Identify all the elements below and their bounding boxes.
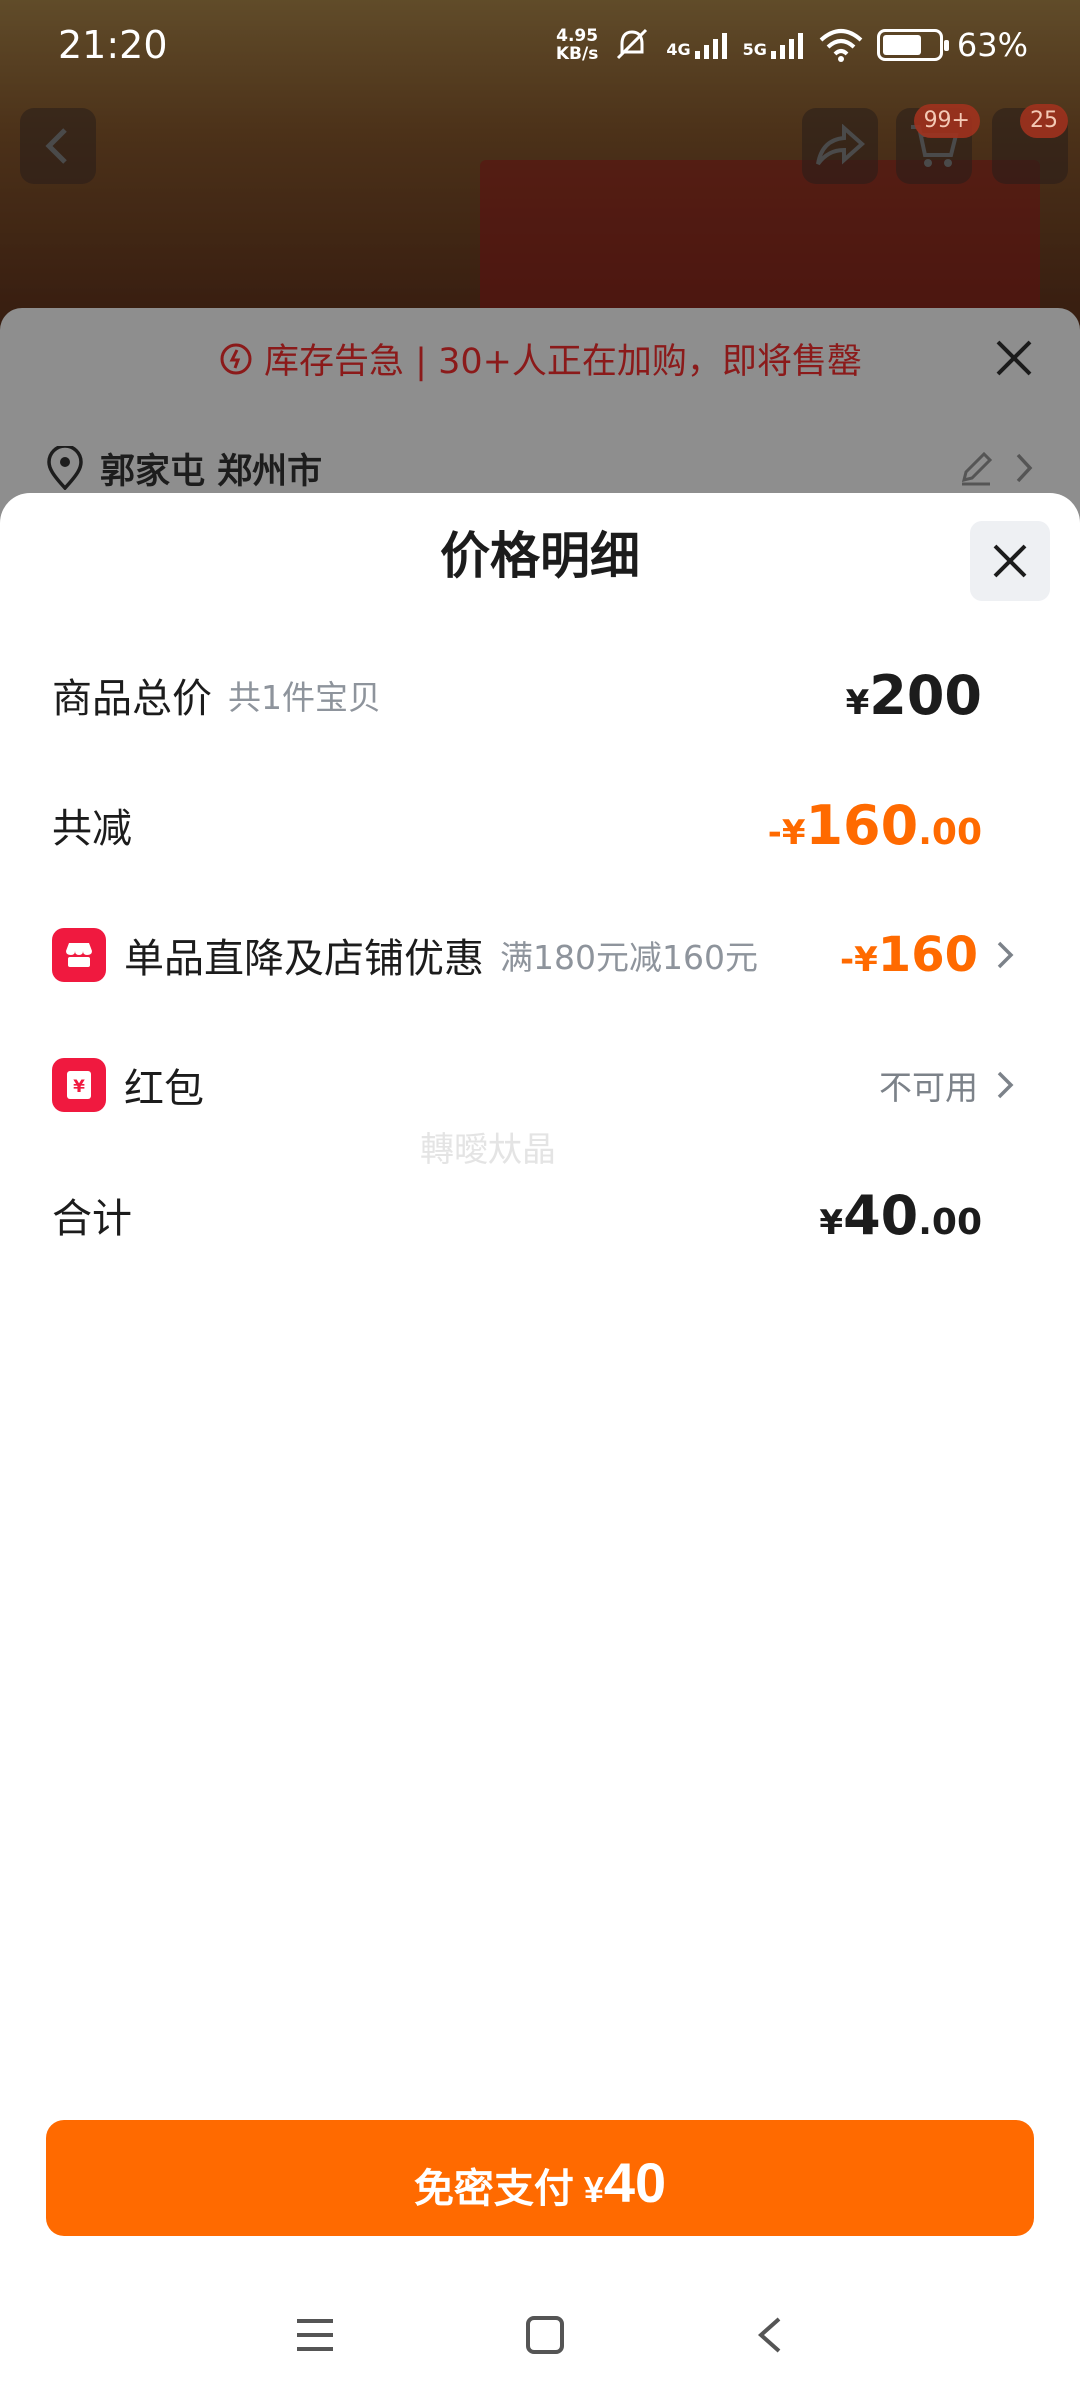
status-time: 21:20: [58, 23, 168, 67]
nav-back-icon[interactable]: [755, 2315, 785, 2355]
store-offer-label: 单品直降及店铺优惠: [124, 936, 484, 982]
discount-value: - ¥ 160 .00: [768, 794, 982, 857]
chevron-right-icon: [1016, 453, 1033, 483]
sheet-close-button[interactable]: [970, 521, 1050, 601]
price-detail-sheet: 价格明细 商品总价 共1件宝贝 ¥ 200 共减 - ¥ 160 .00 单品直…: [0, 493, 1080, 2400]
sum-label: 合计: [52, 1196, 132, 1242]
home-icon[interactable]: [525, 2315, 565, 2355]
status-indicators: 4.95 KB/s 4G 5G 63%: [556, 26, 1028, 64]
signal-bars-icon: [694, 33, 727, 59]
chevron-right-icon: [997, 941, 1014, 969]
row-store-offer[interactable]: 单品直降及店铺优惠 满180元减160元 - ¥ 160: [52, 915, 1018, 995]
pay-button[interactable]: 免密支付 ¥ 40: [46, 2120, 1034, 2236]
total-price-label: 商品总价: [52, 676, 212, 722]
stock-alert-text: 库存告急 | 30+人正在加购，即将售罄: [264, 341, 862, 382]
close-icon: [993, 544, 1027, 578]
battery-level: 63%: [956, 26, 1028, 64]
menu-icon[interactable]: [295, 2317, 335, 2353]
row-sum: 合计 ¥ 40 .00: [52, 1175, 1018, 1255]
screen: 21:20 4.95 KB/s 4G 5G 63% 99+ 25 库存告急 | …: [0, 0, 1080, 2400]
cart-badge: 99+: [913, 104, 980, 138]
chevron-right-icon: [997, 1071, 1014, 1099]
total-amount: 200: [869, 663, 982, 727]
pay-button-currency: ¥: [583, 2169, 604, 2210]
signal-4g: 4G: [666, 31, 728, 59]
currency-symbol: ¥: [781, 812, 806, 853]
pay-button-amount: 40: [603, 2151, 667, 2214]
currency-symbol: ¥: [819, 1202, 844, 1243]
stock-alert: 库存告急 | 30+人正在加购，即将售罄: [0, 330, 1080, 386]
minus-sign: -: [840, 940, 855, 980]
signal-5g: 5G: [743, 31, 805, 59]
svg-text:¥: ¥: [73, 1077, 85, 1097]
net-speed-value: 4.95: [556, 26, 599, 46]
message-button[interactable]: 25: [992, 104, 1068, 184]
store-offer-rule: 满180元减160元: [500, 938, 758, 977]
currency-symbol: ¥: [854, 940, 878, 980]
signal-5g-label: 5G: [742, 40, 767, 59]
sum-value: ¥ 40 .00: [819, 1184, 982, 1247]
signal-4g-label: 4G: [666, 40, 691, 59]
discount-amount: 160: [805, 793, 919, 857]
discount-label: 共减: [52, 806, 132, 852]
alarm-icon: [220, 343, 252, 375]
row-total-price: 商品总价 共1件宝贝 ¥ 200: [52, 655, 1018, 735]
total-price-value: ¥ 200: [846, 664, 982, 727]
edit-icon[interactable]: [956, 448, 996, 488]
red-packet-status: 不可用: [879, 1068, 978, 1107]
message-badge: 25: [1020, 104, 1068, 138]
net-speed-unit: KB/s: [555, 44, 599, 64]
share-icon: [816, 124, 866, 166]
back-icon: [45, 128, 67, 164]
red-packet-label: 红包: [124, 1066, 204, 1112]
address-row[interactable]: 郭家屯 郑州市: [46, 440, 1036, 496]
store-icon: [52, 928, 106, 982]
cart-button[interactable]: 99+: [896, 104, 980, 184]
watermark: 轉曖夶晶: [420, 1130, 556, 1170]
store-offer-amount: 160: [877, 927, 978, 983]
status-bar: 21:20 4.95 KB/s 4G 5G 63%: [0, 0, 1080, 90]
sheet-title: 价格明细: [440, 527, 640, 585]
red-packet-icon: ¥: [52, 1058, 106, 1112]
address-text: 郭家屯 郑州市: [100, 451, 323, 492]
share-button[interactable]: [802, 108, 878, 184]
red-packet-status-wrap: 不可用: [879, 1061, 978, 1109]
battery-icon: [876, 29, 949, 61]
item-count: 共1件宝贝: [228, 678, 381, 717]
discount-decimal: .00: [918, 811, 982, 853]
net-speed: 4.95 KB/s: [556, 27, 598, 63]
system-nav-bar: [0, 2290, 1080, 2380]
back-button[interactable]: [20, 108, 96, 184]
sum-amount: 40: [843, 1183, 919, 1247]
store-offer-value: - ¥ 160: [840, 927, 978, 983]
pay-button-label: 免密支付: [413, 2167, 574, 2211]
sum-decimal: .00: [918, 1201, 982, 1243]
location-icon: [47, 446, 83, 490]
signal-bars-icon: [770, 33, 803, 59]
currency-symbol: ¥: [845, 682, 870, 723]
minus-sign: -: [767, 812, 782, 853]
mute-icon: [617, 28, 648, 60]
close-icon[interactable]: [992, 336, 1036, 380]
row-total-discount: 共减 - ¥ 160 .00: [52, 785, 1018, 865]
wifi-icon: [819, 29, 863, 62]
row-red-packet[interactable]: ¥ 红包 不可用: [52, 1045, 1018, 1125]
